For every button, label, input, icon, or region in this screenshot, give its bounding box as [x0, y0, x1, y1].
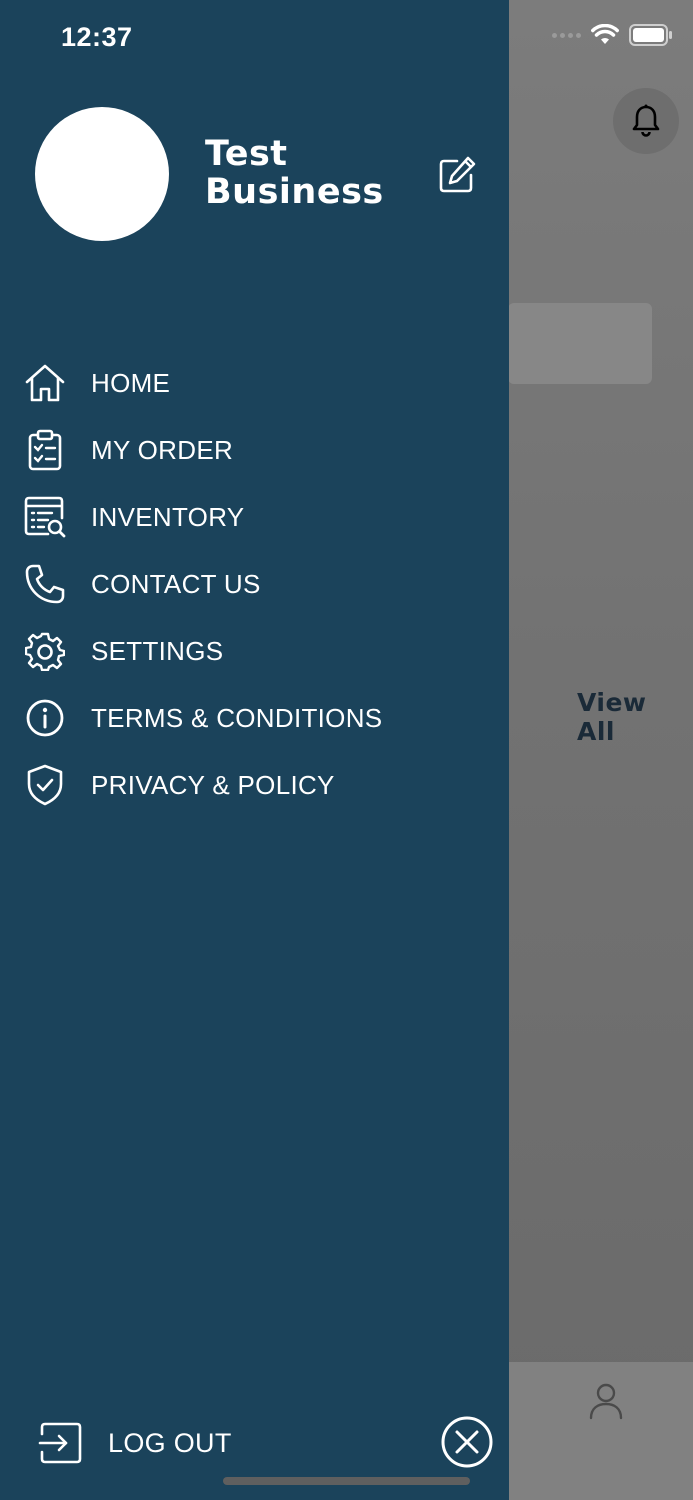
menu-item-terms[interactable]: TERMS & CONDITIONS — [0, 688, 509, 748]
menu-item-label: TERMS & CONDITIONS — [91, 702, 383, 733]
menu-item-inventory[interactable]: INVENTORY — [0, 487, 509, 547]
menu-item-settings[interactable]: SETTINGS — [0, 621, 509, 681]
logout-icon — [38, 1422, 82, 1464]
clipboard-check-icon — [24, 429, 66, 471]
gear-icon — [24, 630, 66, 672]
notification-button[interactable] — [613, 88, 679, 154]
shield-check-icon — [24, 764, 66, 806]
battery-icon — [629, 24, 672, 46]
home-indicator[interactable] — [223, 1477, 470, 1485]
inventory-search-icon — [24, 496, 66, 538]
menu-item-label: MY ORDER — [91, 434, 234, 465]
menu-item-my-order[interactable]: MY ORDER — [0, 420, 509, 480]
menu-item-label: CONTACT US — [91, 568, 261, 599]
cellular-signal-icon — [552, 32, 581, 38]
side-drawer: 12:37 Test Business HOME MY ORDER INVENT… — [0, 0, 509, 1500]
wifi-icon — [591, 24, 619, 44]
menu-item-label: HOME — [91, 367, 171, 398]
menu-item-home[interactable]: HOME — [0, 353, 509, 413]
view-all-link[interactable]: View All — [577, 688, 693, 746]
avatar[interactable] — [35, 107, 169, 241]
home-icon — [24, 362, 66, 404]
profile-tab-icon[interactable] — [588, 1382, 624, 1420]
menu-item-contact-us[interactable]: CONTACT US — [0, 554, 509, 614]
edit-profile-icon[interactable] — [437, 155, 477, 195]
phone-icon — [24, 563, 66, 605]
logout-label: LOG OUT — [108, 1427, 232, 1458]
status-time: 12:37 — [61, 22, 133, 52]
logout-button[interactable]: LOG OUT — [38, 1418, 298, 1468]
menu-item-privacy[interactable]: PRIVACY & POLICY — [0, 755, 509, 815]
menu-item-label: PRIVACY & POLICY — [91, 769, 335, 800]
info-icon — [24, 697, 66, 739]
status-icons — [552, 24, 673, 46]
menu-item-label: SETTINGS — [91, 635, 224, 666]
menu-item-label: INVENTORY — [91, 501, 245, 532]
business-name: Test Business — [205, 134, 384, 212]
close-drawer-icon[interactable] — [440, 1415, 494, 1469]
background-search-bar — [508, 303, 652, 384]
bell-icon — [632, 104, 660, 137]
